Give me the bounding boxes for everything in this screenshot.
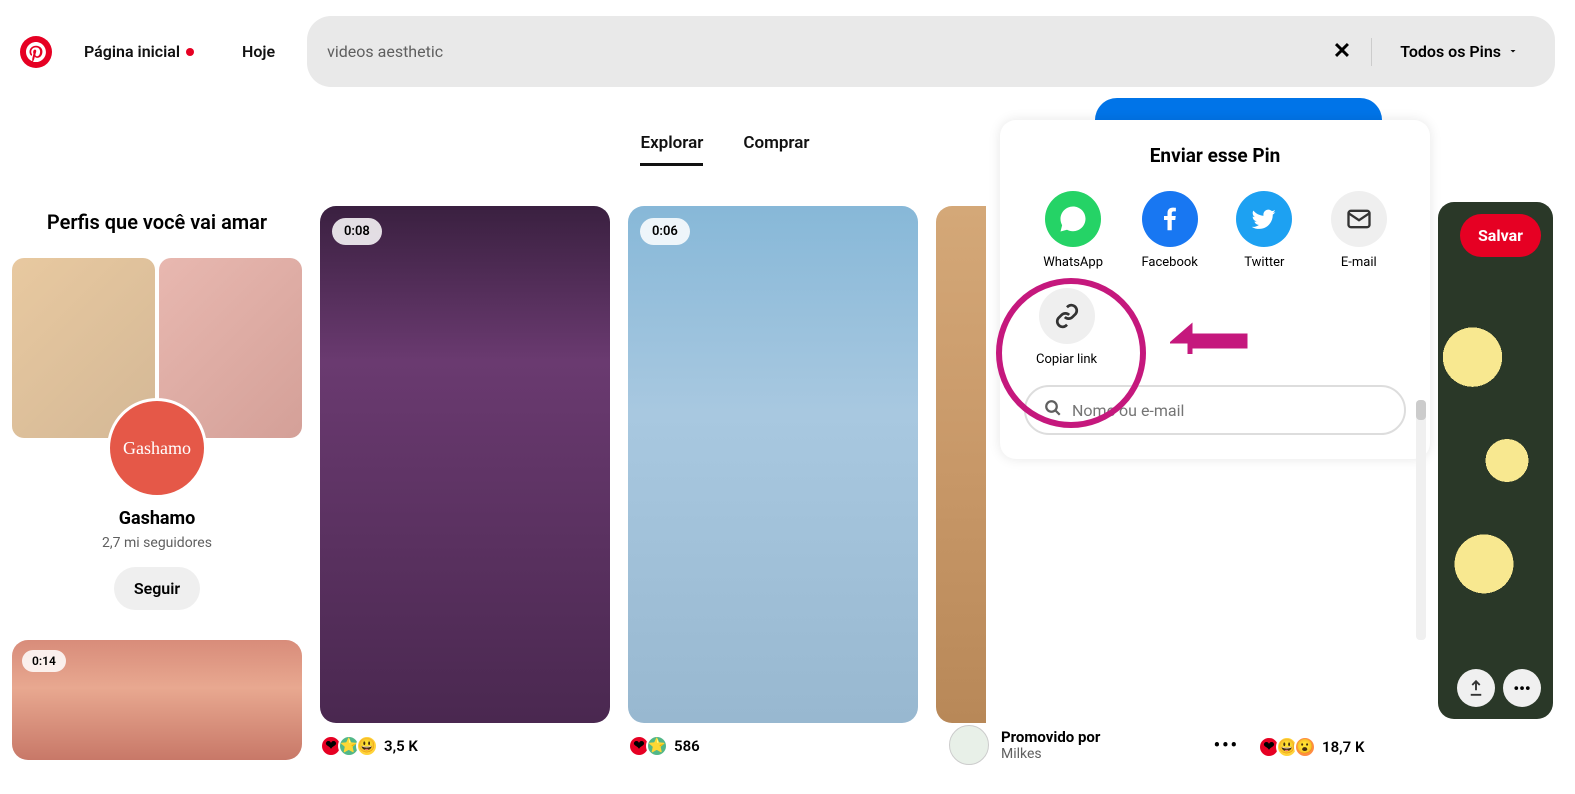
reaction-icons: ❤ ⭐ 😃 [320, 735, 374, 757]
search-input[interactable] [327, 42, 1313, 61]
search-icon [1044, 399, 1062, 421]
right-pin-stats: ❤ 😃 😮 18,7 K [1258, 736, 1364, 758]
share-search-bar[interactable] [1024, 385, 1406, 435]
email-icon [1331, 191, 1387, 247]
share-twitter-label: Twitter [1236, 255, 1292, 270]
promoted-pin-meta: Promovido por Milkes ••• [949, 725, 1239, 765]
share-twitter[interactable]: Twitter [1236, 191, 1292, 270]
smile-icon: 😃 [356, 735, 378, 757]
tabs: Explorar Comprar [460, 133, 990, 166]
mini-pin-duration: 0:14 [22, 650, 66, 672]
nav-home-label: Página inicial [84, 42, 180, 61]
popup-scrollbar[interactable] [1416, 400, 1426, 640]
nav-today[interactable]: Hoje [226, 30, 291, 73]
promoter-avatar[interactable] [949, 725, 989, 765]
pin-duration: 0:06 [640, 218, 690, 245]
divider-icon [1371, 38, 1372, 66]
more-options-icon[interactable]: ••• [1503, 669, 1541, 707]
header: Página inicial Hoje ✕ Todos os Pins [0, 0, 1575, 103]
share-whatsapp[interactable]: WhatsApp [1043, 191, 1103, 270]
nav-home[interactable]: Página inicial [68, 30, 210, 73]
reaction-count: 586 [674, 737, 700, 755]
pin-grid: 0:08 ❤ ⭐ 😃 3,5 K 0:06 ❤ ⭐ 586 [320, 206, 986, 760]
pin-duration: 0:08 [332, 218, 382, 245]
pin-image[interactable]: 0:06 [628, 206, 918, 723]
share-search-input[interactable] [1072, 401, 1386, 420]
share-popup: Enviar esse Pin WhatsApp Facebook Twitte… [1000, 120, 1430, 459]
pin-card[interactable]: 0:06 ❤ ⭐ 586 [628, 206, 918, 760]
wow-icon: 😮 [1294, 736, 1316, 758]
whatsapp-icon [1045, 191, 1101, 247]
profile-followers: 2,7 mi seguidores [12, 535, 302, 551]
notification-dot-icon [186, 48, 194, 56]
pin-card-right[interactable]: Salvar ••• [1438, 202, 1553, 719]
tab-buy[interactable]: Comprar [743, 133, 809, 166]
share-copylink[interactable]: Copiar link [1036, 288, 1097, 367]
pin-stats: ❤ ⭐ 586 [628, 735, 918, 757]
pin-actions: ••• [1457, 669, 1541, 707]
share-popup-title: Enviar esse Pin [1024, 144, 1406, 167]
share-whatsapp-label: WhatsApp [1043, 255, 1103, 270]
more-options-icon[interactable]: ••• [1214, 735, 1239, 756]
pins-filter-label: Todos os Pins [1400, 42, 1501, 61]
facebook-icon [1142, 191, 1198, 247]
share-copylink-label: Copiar link [1036, 352, 1097, 367]
promoter-name: Milkes [1001, 746, 1202, 762]
pin-card[interactable]: 0:08 ❤ ⭐ 😃 3,5 K [320, 206, 610, 760]
share-email[interactable]: E-mail [1331, 191, 1387, 270]
profile-images: Gashamo [12, 258, 302, 438]
mini-pin[interactable]: 0:14 [12, 640, 302, 760]
profile-card[interactable]: Gashamo Gashamo 2,7 mi seguidores Seguir [12, 258, 302, 610]
blue-banner [1095, 98, 1382, 120]
reaction-count: 3,5 K [384, 737, 418, 755]
reaction-icons: ❤ ⭐ [628, 735, 664, 757]
reaction-count: 18,7 K [1322, 738, 1364, 756]
clear-search-icon[interactable]: ✕ [1325, 39, 1359, 64]
pin-image[interactable]: 0:08 [320, 206, 610, 723]
share-row-2: Copiar link [1024, 288, 1406, 367]
twitter-icon [1236, 191, 1292, 247]
pin-stats: ❤ ⭐ 😃 3,5 K [320, 735, 610, 757]
pinterest-logo[interactable] [20, 36, 52, 68]
share-email-label: E-mail [1331, 255, 1387, 270]
pin-card-partial[interactable] [936, 206, 986, 723]
share-icon[interactable] [1457, 669, 1495, 707]
share-facebook[interactable]: Facebook [1141, 191, 1197, 270]
share-facebook-label: Facebook [1141, 255, 1197, 270]
search-bar[interactable]: ✕ Todos os Pins [307, 16, 1555, 87]
star-icon: ⭐ [646, 735, 668, 757]
chevron-down-icon [1507, 42, 1519, 61]
reaction-icons: ❤ 😃 😮 [1258, 736, 1312, 758]
sidebar-title: Perfis que você vai amar [12, 210, 302, 234]
link-icon [1039, 288, 1095, 344]
profile-avatar: Gashamo [107, 398, 207, 498]
promoted-by-label: Promovido por [1001, 728, 1202, 746]
pins-filter-button[interactable]: Todos os Pins [1384, 30, 1535, 73]
promoter-text: Promovido por Milkes [1001, 728, 1202, 762]
profile-name: Gashamo [12, 508, 302, 529]
tab-explore[interactable]: Explorar [640, 133, 703, 166]
sidebar: Perfis que você vai amar Gashamo Gashamo… [12, 206, 302, 760]
follow-button[interactable]: Seguir [114, 567, 200, 610]
save-button[interactable]: Salvar [1460, 214, 1541, 257]
share-row: WhatsApp Facebook Twitter E-mail [1024, 191, 1406, 270]
